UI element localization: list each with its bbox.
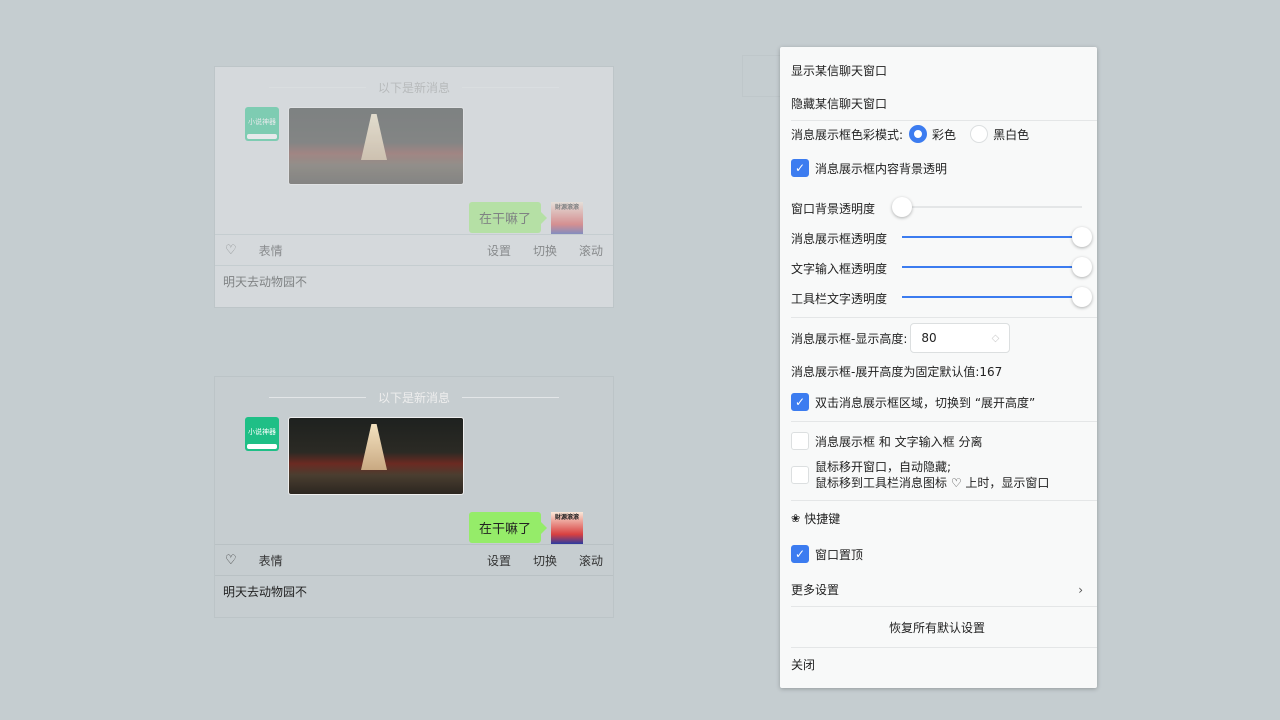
show-window-item[interactable]: 显示某信聊天窗口 [791, 62, 1083, 79]
divider-text: 以下是新消息 [378, 79, 450, 96]
separate-label: 消息展示框 和 文字输入框 分离 [815, 433, 982, 450]
pin-row[interactable]: ✓ 窗口置顶 [791, 545, 1083, 563]
check-icon[interactable]: ✓ [791, 159, 809, 177]
ghost-window [742, 55, 782, 97]
chat-preview-faded: 以下是新消息 小说神器 在干嘛了 财源滚滚 ♡ 表情 设置 切换 滚动 明天去动… [214, 66, 614, 308]
chat-toolbar: ♡ 表情 设置 切换 滚动 [215, 544, 613, 576]
msg-opacity-slider[interactable] [902, 236, 1082, 238]
emoji-button[interactable]: 表情 [259, 242, 283, 259]
more-label: 更多设置 [791, 581, 839, 598]
chat-toolbar: ♡ 表情 设置 切换 滚动 [215, 234, 613, 266]
window-opacity-slider[interactable] [902, 206, 1082, 208]
shortcuts-item[interactable]: ❀ 快捷键 [791, 510, 1083, 527]
heart-icon[interactable]: ♡ [225, 243, 237, 258]
msg-opacity-row: 消息展示框透明度 [791, 230, 1083, 247]
expand-note: 消息展示框-展开高度为固定默认值:167 [791, 363, 1083, 380]
self-avatar[interactable]: 财源滚滚 [551, 202, 583, 234]
checkbox[interactable] [791, 466, 809, 484]
height-input[interactable]: 80 ◇ [910, 323, 1010, 353]
close-item[interactable]: 关闭 [791, 656, 1083, 673]
restore-defaults-button[interactable]: 恢复所有默认设置 [791, 619, 1083, 636]
bw-radio[interactable] [970, 125, 988, 143]
message-bubble: 在干嘛了 [469, 512, 541, 543]
scroll-button[interactable]: 滚动 [579, 242, 603, 259]
contact-avatar[interactable]: 小说神器 [245, 417, 279, 451]
settings-button[interactable]: 设置 [487, 552, 511, 569]
transparent-bg-label: 消息展示框内容背景透明 [815, 160, 947, 177]
scroll-button[interactable]: 滚动 [579, 552, 603, 569]
switch-button[interactable]: 切换 [533, 242, 557, 259]
toolbar-opacity-label: 工具栏文字透明度 [791, 290, 887, 307]
window-opacity-row: 窗口背景透明度 [791, 200, 1083, 217]
autohide-row[interactable]: 鼠标移开窗口，自动隐藏; 鼠标移到工具栏消息图标 ♡ 上时，显示窗口 [791, 459, 1083, 491]
message-input[interactable]: 明天去动物园不 [223, 583, 307, 600]
message-input[interactable]: 明天去动物园不 [223, 273, 307, 290]
expand-note-text: 消息展示框-展开高度为固定默认值:167 [791, 363, 1002, 380]
close-label: 关闭 [791, 656, 815, 673]
msg-opacity-label: 消息展示框透明度 [791, 230, 887, 247]
check-icon[interactable]: ✓ [791, 545, 809, 563]
contact-avatar[interactable]: 小说神器 [245, 107, 279, 141]
check-icon[interactable]: ✓ [791, 393, 809, 411]
color-radio[interactable] [909, 125, 927, 143]
settings-menu: 显示某信聊天窗口 隐藏某信聊天窗口 消息展示框色彩模式: 彩色 黑白色 ✓ 消息展… [780, 47, 1097, 688]
toolbar-opacity-slider[interactable] [902, 296, 1082, 298]
autohide-line1: 鼠标移开窗口，自动隐藏; [815, 460, 951, 474]
hide-window-label: 隐藏某信聊天窗口 [791, 95, 887, 112]
height-label: 消息展示框-显示高度: [791, 330, 907, 347]
height-row: 消息展示框-显示高度: 80 ◇ [791, 323, 1083, 353]
new-messages-divider: 以下是新消息 [269, 389, 559, 405]
toolbar-opacity-row: 工具栏文字透明度 [791, 290, 1083, 307]
color-mode-label: 消息展示框色彩模式: [791, 126, 903, 143]
separate-row[interactable]: 消息展示框 和 文字输入框 分离 [791, 432, 1083, 450]
transparent-bg-row[interactable]: ✓ 消息展示框内容背景透明 [791, 159, 1083, 177]
heart-icon[interactable]: ♡ [225, 553, 237, 568]
checkbox[interactable] [791, 432, 809, 450]
message-bubble: 在干嘛了 [469, 202, 541, 233]
pin-label: 窗口置顶 [815, 546, 863, 563]
height-value: 80 [921, 331, 936, 345]
chevron-right-icon: › [1078, 583, 1083, 597]
show-window-label: 显示某信聊天窗口 [791, 62, 887, 79]
dblclick-label: 双击消息展示框区域，切换到 “展开高度” [815, 394, 1035, 411]
more-settings-item[interactable]: 更多设置 › [791, 581, 1083, 598]
input-opacity-slider[interactable] [902, 266, 1082, 268]
autohide-line2: 鼠标移到工具栏消息图标 ♡ 上时，显示窗口 [815, 476, 1049, 490]
restore-label: 恢复所有默认设置 [889, 619, 985, 636]
chat-preview: 以下是新消息 小说神器 在干嘛了 财源滚滚 ♡ 表情 设置 切换 滚动 明天去动… [214, 376, 614, 618]
dblclick-row[interactable]: ✓ 双击消息展示框区域，切换到 “展开高度” [791, 393, 1083, 411]
self-avatar[interactable]: 财源滚滚 [551, 512, 583, 544]
flower-icon: ❀ [791, 512, 800, 525]
input-opacity-row: 文字输入框透明度 [791, 260, 1083, 277]
bw-option-label[interactable]: 黑白色 [993, 126, 1029, 143]
color-mode-row: 消息展示框色彩模式: 彩色 黑白色 [791, 125, 1083, 143]
stepper-icon[interactable]: ◇ [992, 333, 1000, 344]
hide-window-item[interactable]: 隐藏某信聊天窗口 [791, 95, 1083, 112]
divider-text: 以下是新消息 [378, 389, 450, 406]
settings-button[interactable]: 设置 [487, 242, 511, 259]
new-messages-divider: 以下是新消息 [269, 79, 559, 95]
image-message[interactable] [288, 107, 464, 185]
shortcuts-label: 快捷键 [804, 510, 840, 527]
image-message[interactable] [288, 417, 464, 495]
input-opacity-label: 文字输入框透明度 [791, 260, 887, 277]
color-option-label[interactable]: 彩色 [932, 126, 956, 143]
window-opacity-label: 窗口背景透明度 [791, 200, 875, 217]
emoji-button[interactable]: 表情 [259, 552, 283, 569]
switch-button[interactable]: 切换 [533, 552, 557, 569]
